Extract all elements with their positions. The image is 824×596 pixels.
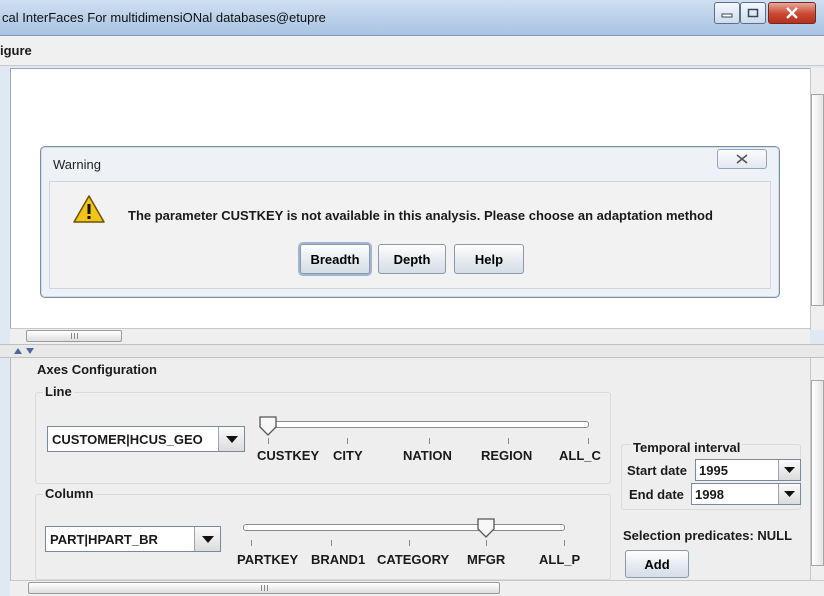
line-level-label: CITY <box>333 448 363 463</box>
column-level-slider-track[interactable] <box>243 524 565 531</box>
column-level-slider-knob[interactable] <box>477 518 495 538</box>
start-date-value: 1995 <box>699 463 728 478</box>
column-combo-value: PART|HPART_BR <box>50 532 158 547</box>
line-level-slider-track[interactable] <box>261 421 589 428</box>
add-predicate-button[interactable]: Add <box>625 550 689 578</box>
dialog-close-button[interactable] <box>717 149 767 169</box>
lower-horizontal-scrollbar[interactable] <box>10 580 824 596</box>
menu-bar: igure <box>0 36 824 66</box>
window-title: cal InterFaces For multidimensiONal data… <box>2 10 326 25</box>
maximize-button[interactable] <box>740 2 766 24</box>
title-bar: cal InterFaces For multidimensiONal data… <box>0 0 824 36</box>
upper-vertical-scrollbar[interactable] <box>810 68 824 330</box>
line-combo-dropdown[interactable] <box>218 427 244 451</box>
upper-horizontal-thumb[interactable] <box>26 330 122 342</box>
start-date-dropdown[interactable] <box>778 460 800 480</box>
column-level-label: MFGR <box>467 552 506 567</box>
column-dimension-combo[interactable]: PART|HPART_BR <box>45 526 221 552</box>
axes-configuration-panel: Axes Configuration Line CUSTOMER|HCUS_GE… <box>10 358 810 580</box>
dialog-title: Warning <box>53 157 101 172</box>
dropdown-arrow-icon <box>784 491 795 497</box>
maximize-icon <box>747 8 759 18</box>
dialog-message: The parameter CUSTKEY is not available i… <box>128 208 713 223</box>
upper-vertical-thumb[interactable] <box>811 94 824 306</box>
close-icon <box>736 154 748 164</box>
column-level-label: ALL_P <box>539 552 581 567</box>
warning-icon <box>73 195 105 223</box>
split-arrows-icon[interactable] <box>14 347 36 355</box>
dialog-body: The parameter CUSTKEY is not available i… <box>49 181 771 289</box>
warning-dialog: Warning The parameter CUSTKEY is not ava… <box>40 146 780 298</box>
line-level-label: NATION <box>403 448 452 463</box>
help-button[interactable]: Help <box>454 244 524 274</box>
line-level-label: ALL_C <box>559 448 601 463</box>
dropdown-arrow-icon <box>784 467 795 473</box>
close-button[interactable] <box>768 2 816 24</box>
column-combo-dropdown[interactable] <box>194 527 220 551</box>
start-date-label: Start date <box>627 463 687 478</box>
upper-horizontal-scrollbar[interactable] <box>10 328 810 344</box>
line-level-slider-knob[interactable] <box>259 416 277 436</box>
end-date-combo[interactable]: 1998 <box>691 483 801 505</box>
line-dimension-combo[interactable]: CUSTOMER|HCUS_GEO <box>47 426 245 452</box>
line-level-label: CUSTKEY <box>257 448 320 463</box>
column-level-label: PARTKEY <box>237 552 299 567</box>
column-level-label: BRAND1 <box>311 552 366 567</box>
dropdown-arrow-icon <box>201 535 214 543</box>
end-date-label: End date <box>629 487 684 502</box>
start-date-combo[interactable]: 1995 <box>695 459 801 481</box>
menu-figure[interactable]: igure <box>0 43 32 58</box>
depth-button[interactable]: Depth <box>378 244 446 274</box>
column-label: Column <box>43 486 96 501</box>
minimize-button[interactable] <box>714 2 740 24</box>
lower-vertical-scrollbar[interactable] <box>810 358 824 580</box>
minimize-icon <box>721 13 733 18</box>
end-date-value: 1998 <box>695 487 724 502</box>
dropdown-arrow-icon <box>225 435 238 443</box>
split-pane-divider[interactable] <box>0 344 824 358</box>
end-date-dropdown[interactable] <box>778 484 800 504</box>
close-icon <box>786 7 798 19</box>
breadth-button[interactable]: Breadth <box>300 244 370 274</box>
axes-configuration-heading: Axes Configuration <box>37 362 157 377</box>
line-combo-value: CUSTOMER|HCUS_GEO <box>52 432 203 447</box>
lower-horizontal-thumb[interactable] <box>28 582 500 594</box>
line-label: Line <box>43 384 74 399</box>
lower-vertical-thumb[interactable] <box>811 380 824 566</box>
line-level-label: REGION <box>481 448 533 463</box>
temporal-interval-label: Temporal interval <box>631 440 743 455</box>
column-level-label: CATEGORY <box>377 552 450 567</box>
selection-predicates-label: Selection predicates: NULL <box>623 528 793 543</box>
